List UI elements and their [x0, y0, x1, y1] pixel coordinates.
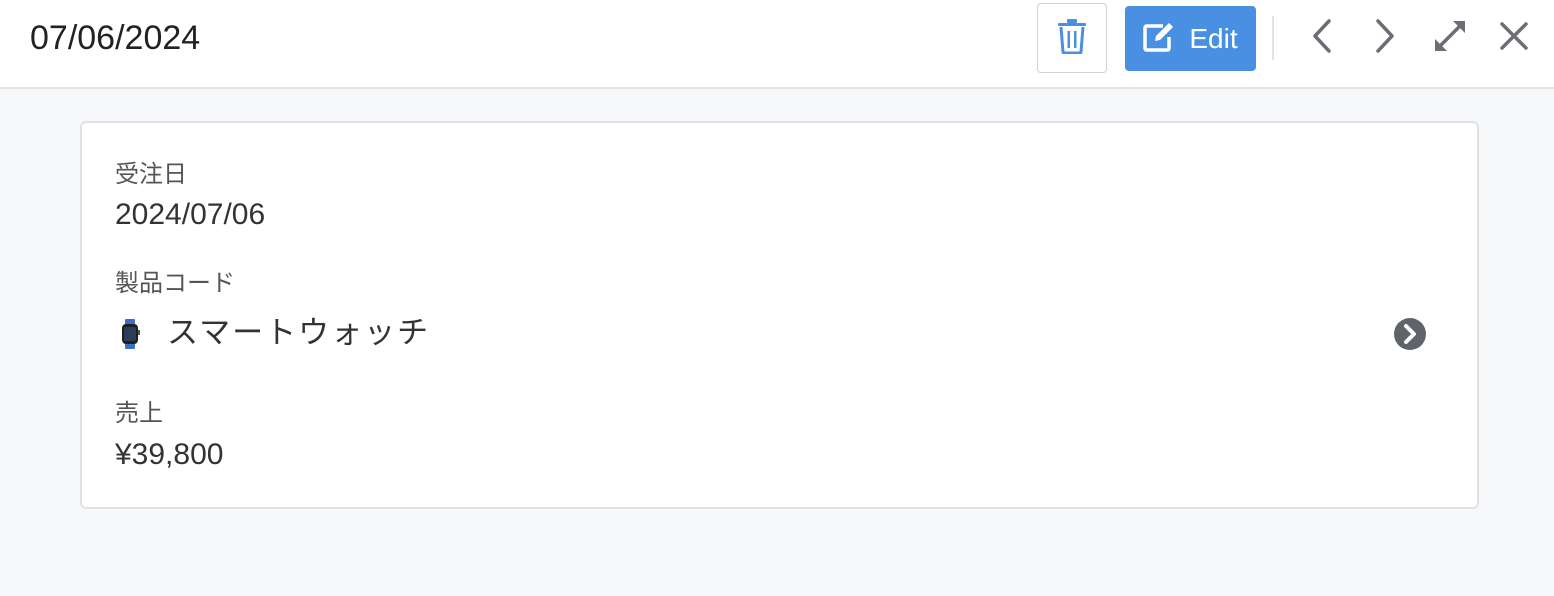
close-icon — [1498, 20, 1530, 56]
chevron-right-icon — [1373, 18, 1397, 58]
sales-label: 売上 — [115, 399, 163, 427]
edit-button[interactable]: Edit — [1125, 6, 1256, 71]
edit-icon — [1143, 22, 1175, 56]
edit-button-label: Edit — [1189, 22, 1238, 54]
arrow-circle-right-icon[interactable] — [1393, 317, 1427, 355]
delete-button[interactable] — [1037, 3, 1107, 73]
product-code-label: 製品コード — [115, 269, 235, 297]
order-date-label: 受注日 — [115, 160, 187, 188]
previous-record-button[interactable] — [1298, 14, 1346, 62]
product-code-link[interactable]: スマートウォッチ — [115, 309, 1435, 357]
next-record-button[interactable] — [1361, 14, 1409, 62]
close-button[interactable] — [1490, 14, 1538, 62]
order-date-value: 2024/07/06 — [115, 198, 266, 231]
trash-icon — [1057, 18, 1087, 58]
page-title: 07/06/2024 — [30, 19, 201, 57]
expand-button[interactable] — [1426, 14, 1474, 62]
chevron-left-icon — [1310, 18, 1334, 58]
smartwatch-icon — [120, 319, 140, 353]
product-code-value: スマートウォッチ — [167, 315, 431, 351]
sales-value: ¥39,800 — [115, 438, 224, 471]
expand-icon — [1432, 18, 1468, 58]
detail-header: 07/06/2024 Edit — [0, 0, 1554, 89]
toolbar-divider — [1272, 16, 1274, 60]
record-detail-card: 受注日 2024/07/06 製品コード スマートウォッチ 売上 ¥39,800 — [80, 121, 1479, 509]
